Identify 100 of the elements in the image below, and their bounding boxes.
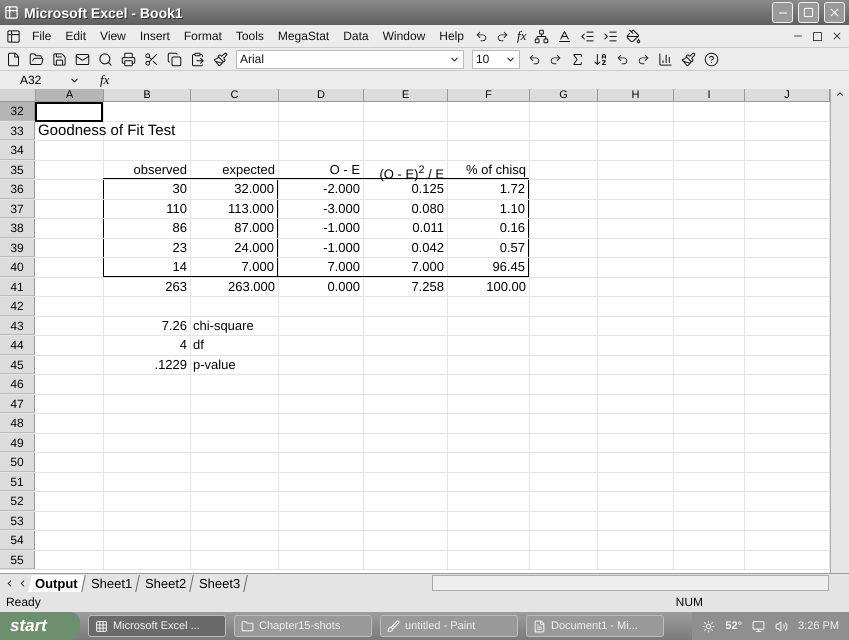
row-header[interactable]: 51 — [0, 472, 35, 491]
table-cell: 96.45 — [447, 258, 529, 276]
column-header[interactable]: B — [104, 89, 191, 102]
row-header[interactable]: 42 — [0, 297, 35, 316]
indent-icon[interactable] — [603, 28, 618, 44]
redo-icon[interactable] — [549, 52, 562, 66]
diagram-icon[interactable] — [534, 28, 550, 44]
vertical-scrollbar[interactable] — [830, 89, 849, 573]
table-cell: 1.10 — [447, 200, 529, 218]
help-icon[interactable] — [704, 52, 719, 66]
format-painter-icon[interactable] — [213, 52, 228, 66]
menu-item[interactable]: Edit — [62, 29, 90, 43]
undo-icon[interactable] — [616, 52, 629, 66]
sheet-title: Goodness of Fit Test — [38, 122, 176, 138]
insert-function-button[interactable]: fx — [516, 28, 526, 44]
column-header[interactable]: J — [745, 89, 830, 102]
cell-text: 263 — [165, 278, 187, 294]
row-header[interactable]: 38 — [0, 219, 35, 238]
taskbar-button[interactable]: Microsoft Excel ... — [88, 615, 226, 637]
column-header[interactable]: A — [36, 89, 104, 102]
font-field[interactable]: Arial — [236, 50, 464, 68]
new-icon[interactable] — [6, 52, 21, 66]
row-header[interactable]: 53 — [0, 512, 35, 530]
row-header[interactable]: 36 — [0, 180, 35, 198]
row-header[interactable]: 37 — [0, 200, 35, 218]
row-header[interactable]: 32 — [0, 102, 35, 120]
column-header[interactable]: E — [364, 89, 448, 102]
sort-icon[interactable] — [593, 52, 608, 66]
undo-icon[interactable] — [474, 30, 488, 42]
row-header[interactable]: 35 — [0, 160, 35, 179]
menu-item[interactable]: Data — [340, 29, 372, 43]
row-header[interactable]: 39 — [0, 238, 35, 257]
undo-icon[interactable] — [528, 52, 541, 66]
menu-item[interactable]: MegaStat — [274, 29, 332, 43]
font-size-field[interactable]: 10 — [472, 50, 520, 68]
fill-color-icon[interactable] — [626, 28, 642, 44]
menu-item[interactable]: Window — [380, 29, 428, 43]
cell-text: -1.000 — [323, 240, 360, 254]
start-button[interactable]: start — [0, 612, 80, 640]
menu-item[interactable]: File — [29, 29, 54, 43]
menu-item[interactable]: Insert — [136, 29, 173, 43]
row-header[interactable]: 52 — [0, 492, 35, 510]
mail-icon[interactable] — [75, 52, 90, 66]
row-header[interactable]: 44 — [0, 336, 35, 354]
row-header[interactable]: 45 — [0, 356, 35, 374]
menu-item[interactable]: View — [97, 29, 129, 43]
cell-text: 7.258 — [411, 278, 444, 294]
close-button[interactable] — [824, 2, 845, 23]
row-header[interactable]: 33 — [0, 122, 35, 140]
column-header[interactable]: G — [530, 89, 598, 102]
workbook-icon[interactable] — [6, 28, 21, 44]
font-color-icon[interactable] — [557, 28, 572, 44]
menu-item[interactable]: Tools — [232, 29, 267, 43]
row-header[interactable]: 34 — [0, 141, 35, 160]
row-header[interactable]: 40 — [0, 258, 35, 276]
row-header[interactable]: 48 — [0, 414, 35, 432]
column-header[interactable]: I — [674, 89, 745, 102]
cell-text: 7.26 — [162, 318, 187, 332]
table-cell: 32.000 — [190, 180, 278, 198]
row-header[interactable]: 46 — [0, 375, 35, 394]
column-header[interactable]: C — [191, 89, 279, 102]
column-header[interactable]: D — [279, 89, 364, 102]
copy-icon[interactable] — [167, 52, 182, 66]
outdent-icon[interactable] — [580, 28, 596, 44]
redo-icon[interactable] — [637, 52, 650, 66]
horizontal-scrollbar[interactable] — [432, 575, 829, 591]
row-header[interactable]: 55 — [0, 550, 35, 569]
column-header[interactable]: H — [598, 89, 674, 102]
sheet-tab[interactable]: Output — [28, 574, 86, 592]
row-header[interactable]: 41 — [0, 278, 35, 296]
row-header[interactable]: 43 — [0, 316, 35, 335]
row-header[interactable]: 50 — [0, 453, 35, 472]
column-header[interactable]: F — [448, 89, 530, 102]
window-title: Microsoft Excel - Book1 — [24, 4, 184, 20]
drawing-icon[interactable] — [681, 52, 696, 66]
row-header[interactable]: 49 — [0, 434, 35, 452]
table-cell: 0.57 — [447, 238, 529, 257]
close-icon[interactable] — [831, 30, 843, 42]
table-cell: observed — [103, 160, 190, 179]
menu-item[interactable]: Format — [180, 29, 225, 43]
restore-icon[interactable] — [812, 30, 823, 42]
save-icon[interactable] — [52, 52, 67, 66]
cut-icon[interactable] — [144, 52, 159, 66]
maximize-button[interactable] — [798, 2, 819, 23]
folder-icon — [241, 620, 254, 632]
chart-icon[interactable] — [658, 52, 673, 66]
menu-item[interactable]: Help — [436, 29, 467, 43]
cell-text: df — [193, 337, 204, 352]
redo-icon[interactable] — [496, 30, 509, 42]
paste-icon[interactable] — [190, 52, 205, 66]
preview-icon[interactable] — [98, 52, 113, 66]
table-cell: O - E — [278, 160, 363, 179]
row-header[interactable]: 47 — [0, 394, 35, 413]
table-cell: 7.000 — [363, 258, 447, 276]
name-box[interactable]: A32 — [20, 73, 80, 87]
open-icon[interactable] — [29, 52, 44, 66]
table-cell: 24.000 — [190, 238, 278, 257]
table-cell: 7.000 — [278, 258, 363, 276]
print-icon[interactable] — [121, 52, 136, 66]
row-header[interactable]: 54 — [0, 531, 35, 550]
